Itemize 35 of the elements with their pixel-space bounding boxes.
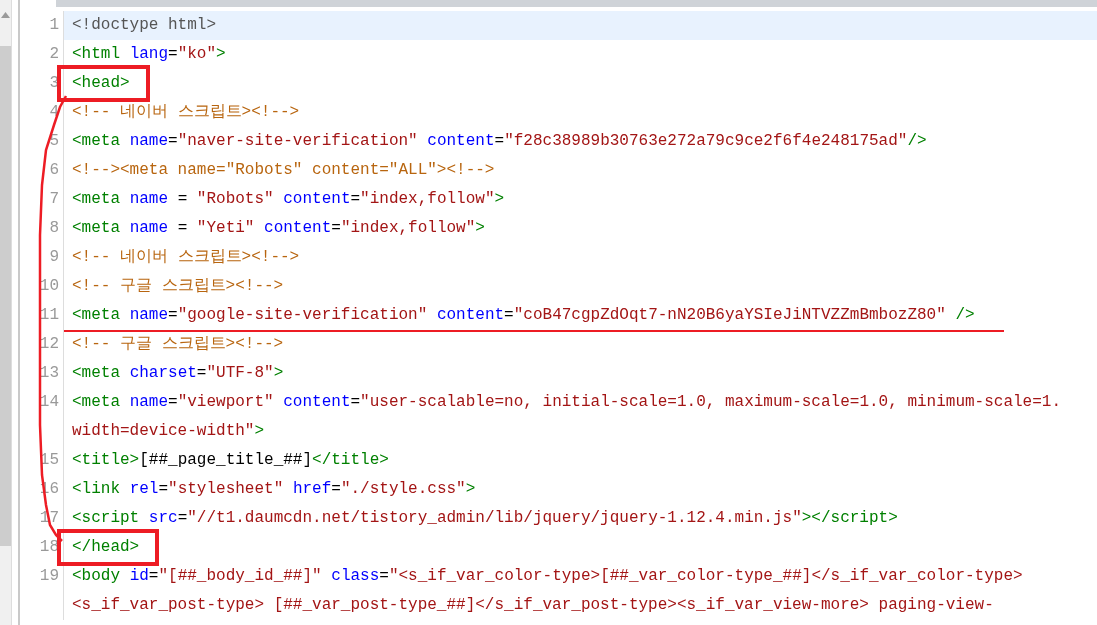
code-line: <html lang="ko"> xyxy=(72,45,226,63)
code-line: <link rel="stylesheet" href="./style.css"> xyxy=(72,480,476,498)
line-number: 13 xyxy=(39,364,59,382)
line-number: 14 xyxy=(39,393,59,411)
code-line: <!-- 네이버 스크립트><!--> xyxy=(72,248,300,266)
line-number: 10 xyxy=(39,277,59,295)
line-number: 11 xyxy=(39,306,59,324)
code-line: <body id="[##_body_id_##]" class="<s_if_var_color-type>[##_var_color-type_##]</s_if_var_color-type> xyxy=(72,567,1023,585)
code-line: <s_if_var_post-type> [##_var_post-type_##]</s_if_var_post-type><s_if_var_view-more> paging-view- xyxy=(72,596,994,614)
line-number: 8 xyxy=(49,219,59,237)
line-number: 19 xyxy=(39,567,59,585)
line-number: 9 xyxy=(49,248,59,266)
code-line: <!-- 네이버 스크립트><!--> xyxy=(72,103,300,121)
code-line: <meta name="google-site-verification" content="coB47cgpZdOqt7-nN20B6yaYSIeJiNTVZZmBmbozZ80" /> xyxy=(72,306,975,324)
code-line: <title>[##_page_title_##]</title> xyxy=(72,451,389,469)
code-line: <!--><meta name="Robots" content="ALL"><!--> xyxy=(72,161,495,179)
line-number: 2 xyxy=(49,45,59,63)
code-line: <meta name="viewport" content="user-scalable=no, initial-scale=1.0, maximum-scale=1.0, minimum-scale=1. xyxy=(72,393,1061,411)
line-number: 7 xyxy=(49,190,59,208)
line-number: 6 xyxy=(49,161,59,179)
line-number: 1 xyxy=(49,16,59,34)
code-line: <!-- 구글 스크립트><!--> xyxy=(72,277,284,295)
scrollbar-thumb[interactable] xyxy=(0,46,11,546)
code-line: <meta name = "Yeti" content="index,follow"> xyxy=(72,219,485,237)
code-line: <!doctype html> xyxy=(72,16,217,34)
code-line: <head> xyxy=(72,74,130,92)
code-line: <meta charset="UTF-8"> xyxy=(72,364,284,382)
line-number: 12 xyxy=(39,335,59,353)
code-line: <meta name="naver-site-verification" content="f28c38989b30763e272a79c9ce2f6f4e248175ad"/> xyxy=(72,132,927,150)
code-line: </head> xyxy=(72,538,140,556)
code-line: width=device-width"> xyxy=(72,422,265,440)
scroll-up-icon[interactable] xyxy=(1,12,10,18)
code-line: <script src="//t1.daumcdn.net/tistory_admin/lib/jquery/jquery-1.12.4.min.js"></script> xyxy=(72,509,898,527)
code-line: <!-- 구글 스크립트><!--> xyxy=(72,335,284,353)
code-line: <meta name = "Robots" content="index,follow"> xyxy=(72,190,505,208)
